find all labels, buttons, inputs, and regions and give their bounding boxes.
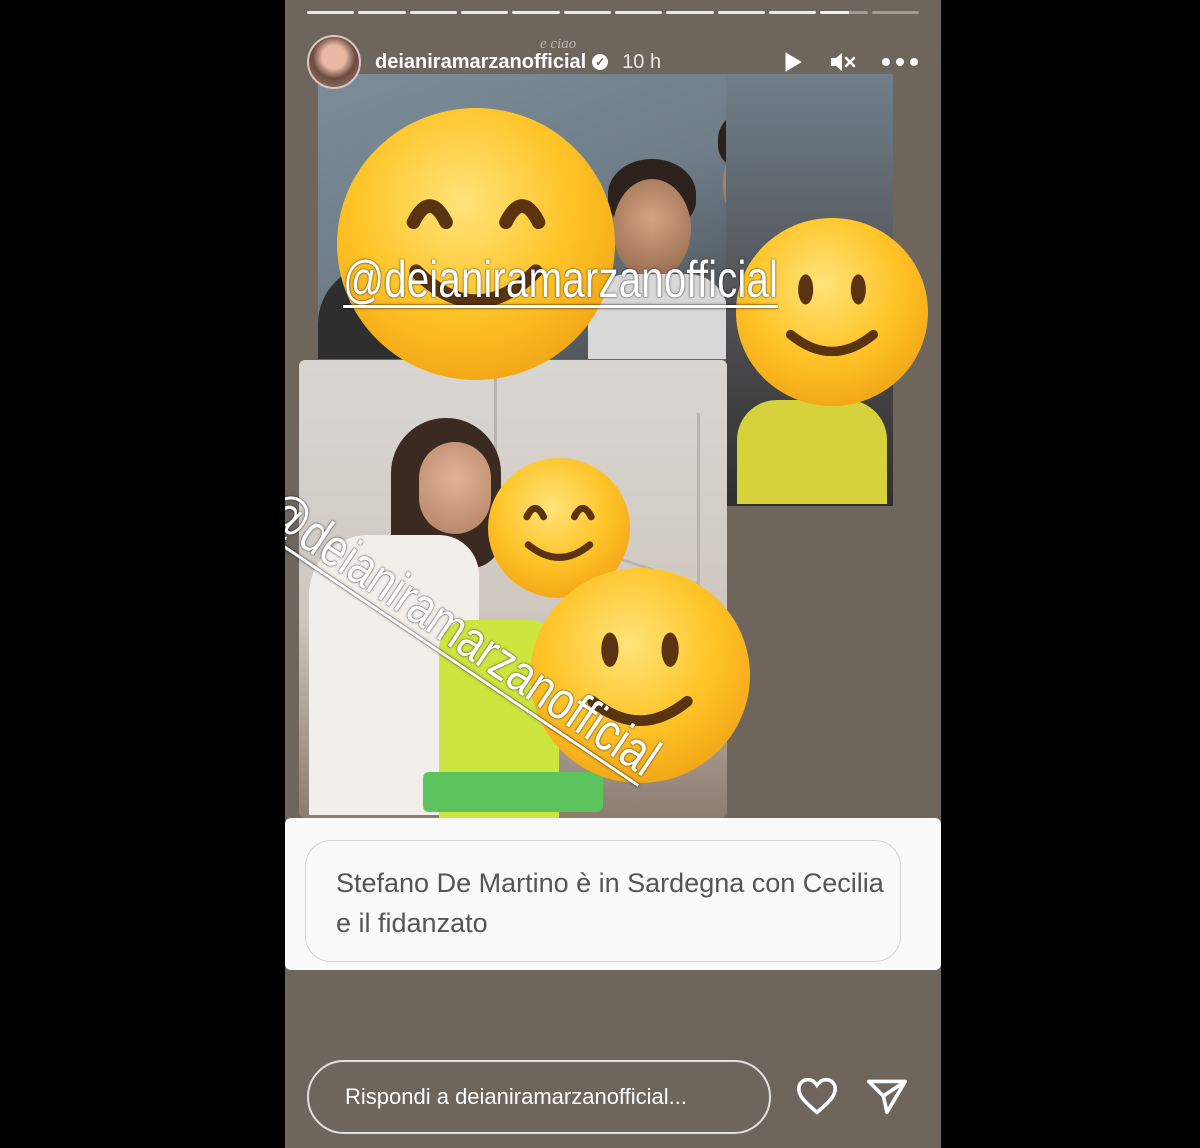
progress-segment <box>409 11 457 14</box>
post-time: 10 h <box>622 50 662 73</box>
reply-placeholder: Rispondi a deianiramarzanofficial... <box>345 1084 687 1109</box>
progress-segment <box>717 11 765 14</box>
smiling-emoji-sticker <box>337 108 615 380</box>
progress-segment <box>460 11 509 14</box>
yellow-shirt <box>737 400 887 504</box>
progress-segment <box>768 11 817 14</box>
progress-segment <box>614 11 663 14</box>
heart-icon[interactable] <box>795 1076 839 1121</box>
smiling-emoji-sticker <box>736 218 928 406</box>
send-icon[interactable] <box>865 1076 909 1121</box>
progress-segment <box>307 11 355 14</box>
username[interactable]: deianiramarzanofficial <box>375 51 586 74</box>
story-header: deianiramarzanofficial ✓ 10 h <box>307 34 919 90</box>
caption-text: Stefano De Martino è in Sardegna con Cec… <box>336 868 884 938</box>
reply-input[interactable]: Rispondi a deianiramarzanofficial... <box>307 1060 771 1134</box>
caption-sticker: Stefano De Martino è in Sardegna con Cec… <box>285 818 941 970</box>
progress-segment <box>358 11 406 14</box>
muted-speaker-icon[interactable] <box>829 49 857 75</box>
story-viewer[interactable]: @deianiramarzanofficial @deianiramarzano… <box>285 0 941 1148</box>
more-icon[interactable] <box>881 57 919 67</box>
caption-box: Stefano De Martino è in Sardegna con Cec… <box>305 840 901 962</box>
progress-segment <box>666 11 714 14</box>
progress-segment <box>512 11 560 14</box>
progress-segment <box>871 11 919 14</box>
verified-badge-icon: ✓ <box>592 54 609 70</box>
story-progress-bar <box>307 11 919 14</box>
progress-segment-current <box>820 11 868 14</box>
avatar[interactable] <box>307 35 361 89</box>
progress-segment <box>563 11 611 14</box>
play-icon[interactable] <box>779 49 805 75</box>
mention-sticker[interactable]: @deianiramarzanofficial <box>343 250 778 310</box>
